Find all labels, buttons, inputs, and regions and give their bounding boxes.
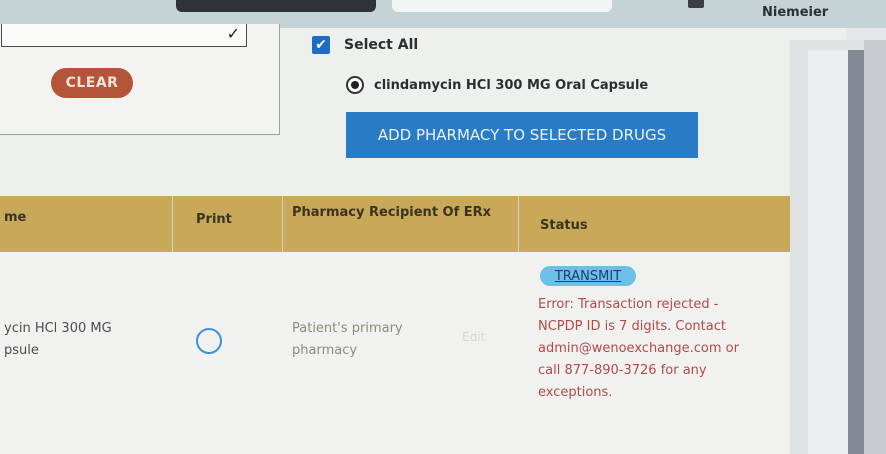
- erx-table: me Print Pharmacy Recipient Of ERx Statu…: [0, 196, 790, 454]
- frame-scrollbar[interactable]: [848, 50, 864, 454]
- right-frame: [790, 40, 886, 454]
- select-all-label[interactable]: Select All: [344, 37, 418, 53]
- pharmacy-line: pharmacy: [292, 343, 358, 358]
- status-line: exceptions.: [538, 385, 613, 400]
- table-header: me Print Pharmacy Recipient Of ERx Statu…: [0, 196, 790, 252]
- transmit-button[interactable]: TRANSMIT: [540, 266, 636, 286]
- add-pharmacy-button[interactable]: ADD PHARMACY TO SELECTED DRUGS: [346, 112, 698, 158]
- table-row: ycin HCl 300 MG psule Patient's primary …: [0, 252, 790, 454]
- pharmacy-cell: Patient's primary pharmacy: [292, 318, 403, 362]
- status-line: NCPDP ID is 7 digits. Contact: [538, 319, 726, 334]
- radio-selected-dot: [351, 81, 359, 89]
- user-menu-icon[interactable]: [688, 0, 704, 8]
- drug-name-cell: ycin HCl 300 MG psule: [4, 318, 112, 362]
- select-all-row[interactable]: ✔ Select All: [312, 36, 418, 54]
- drug-option-label[interactable]: clindamycin HCl 300 MG Oral Capsule: [374, 78, 648, 93]
- app-screen: Niemeier ✓ CLEAR ✔ Select All clindamyci…: [0, 0, 886, 454]
- status-line: Error: Transaction rejected -: [538, 297, 719, 312]
- select-all-checkbox[interactable]: ✔: [312, 36, 330, 54]
- pharmacy-line: Patient's primary: [292, 321, 403, 336]
- frame-panel: [808, 50, 848, 454]
- topbar-dark-button[interactable]: [176, 0, 376, 12]
- status-line: call 877-890-3726 for any: [538, 363, 707, 378]
- column-header-name: me: [4, 210, 27, 225]
- column-header-status: Status: [540, 218, 588, 233]
- print-radio[interactable]: [196, 328, 222, 354]
- status-line: admin@wenoexchange.com or: [538, 341, 739, 356]
- column-header-pharmacy: Pharmacy Recipient Of ERx: [292, 205, 492, 220]
- dropdown-caret-icon[interactable]: ✓: [227, 26, 240, 42]
- column-header-print: Print: [196, 212, 232, 227]
- drug-option-row[interactable]: clindamycin HCl 300 MG Oral Capsule: [346, 76, 648, 94]
- drug-option-radio[interactable]: [346, 76, 364, 94]
- clear-button[interactable]: CLEAR: [51, 68, 133, 98]
- status-error-message: Error: Transaction rejected - NCPDP ID i…: [538, 294, 770, 404]
- drug-name-line: psule: [4, 343, 39, 358]
- search-panel: ✓ CLEAR: [0, 24, 280, 135]
- drug-name-line: ycin HCl 300 MG: [4, 321, 112, 336]
- edit-pharmacy-link[interactable]: Edit: [462, 330, 485, 344]
- frame-bezel: [864, 40, 886, 454]
- topbar-light-button[interactable]: [392, 0, 612, 12]
- user-name[interactable]: Niemeier: [762, 5, 828, 20]
- search-input[interactable]: ✓: [1, 24, 247, 47]
